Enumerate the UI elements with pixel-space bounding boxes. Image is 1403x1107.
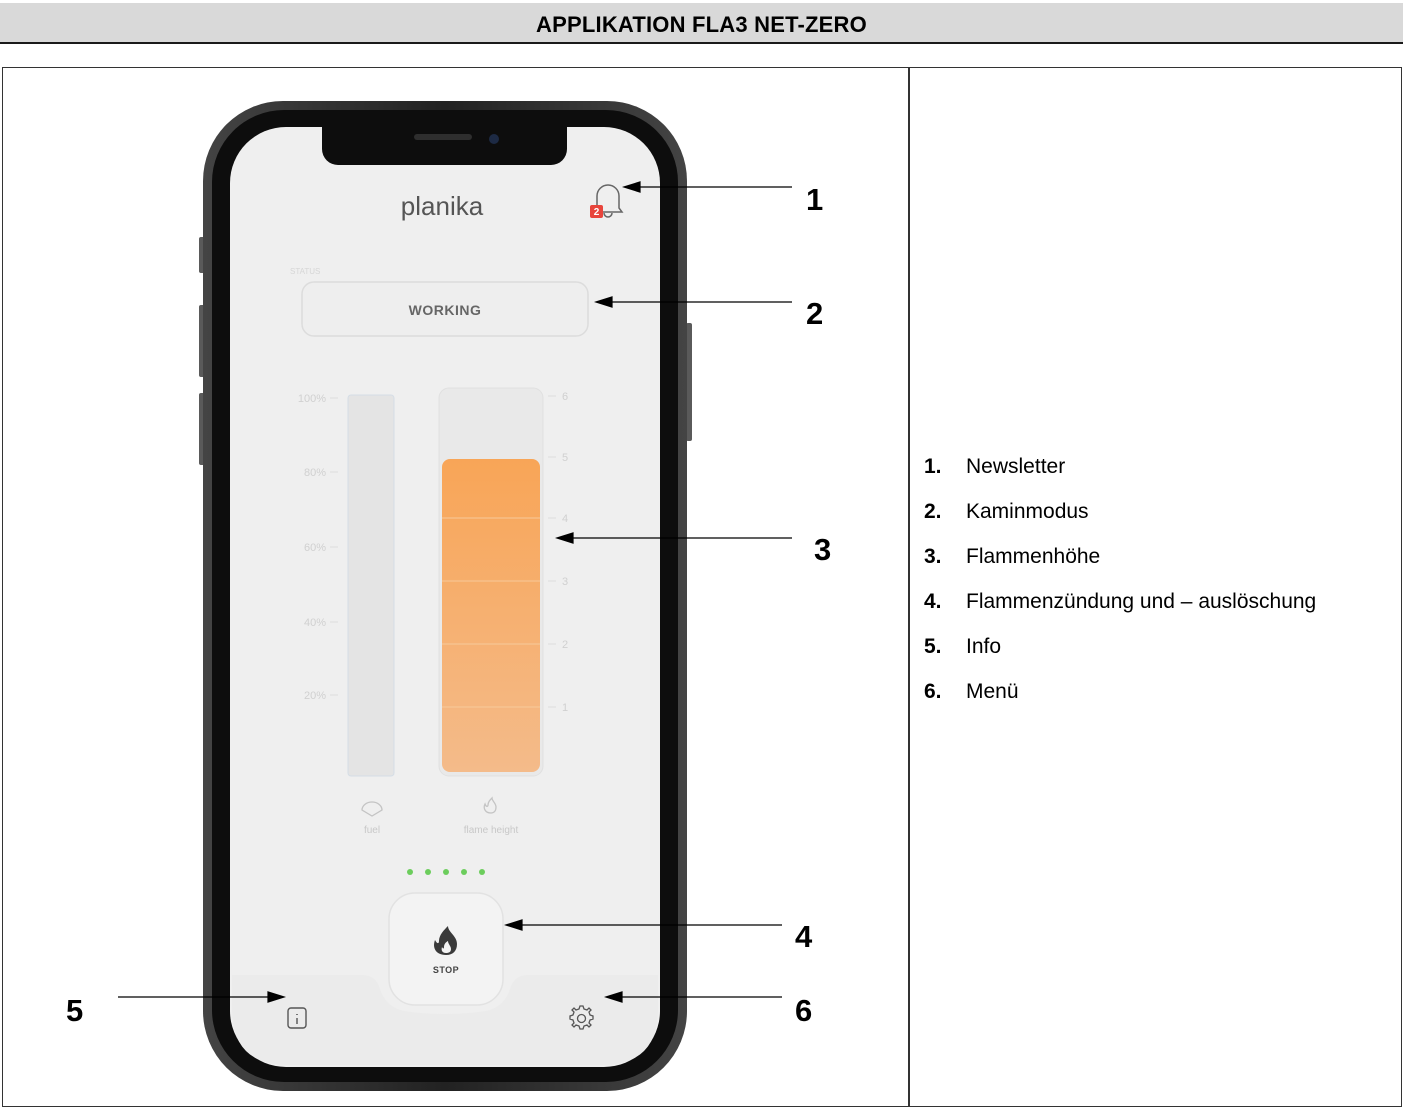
- legend-item: 6. Menü: [924, 680, 1316, 725]
- flame-tick: 4: [562, 513, 568, 525]
- callout-number-3: 3: [814, 532, 832, 567]
- legend-text: Flammenzündung und – auslöschung: [966, 590, 1317, 613]
- legend-number: 3.: [924, 545, 942, 568]
- fuel-tick: 100%: [298, 393, 326, 405]
- status-value: WORKING: [409, 302, 482, 318]
- flame-tick: 3: [562, 576, 568, 588]
- legend-item: 4. Flammenzündung und – auslöschung: [924, 590, 1316, 635]
- legend-number: 2.: [924, 500, 942, 523]
- stop-label: STOP: [433, 965, 459, 975]
- fuel-tick: 80%: [304, 467, 326, 479]
- callout-number-2: 2: [806, 296, 824, 331]
- fuel-bar: [347, 394, 395, 777]
- callout-number-5: 5: [66, 993, 84, 1028]
- legend-item: 5. Info: [924, 635, 1316, 680]
- speaker-grille: [414, 134, 472, 140]
- indicator-dot: [407, 869, 413, 875]
- fuel-tick: 60%: [304, 542, 326, 554]
- legend-item: 2. Kaminmodus: [924, 500, 1316, 545]
- legend-text: Info: [966, 635, 1002, 658]
- legend-item: 3. Flammenhöhe: [924, 545, 1316, 590]
- flame-tick: 1: [562, 702, 568, 714]
- fuel-label: fuel: [364, 825, 380, 836]
- indicator-dot: [425, 869, 431, 875]
- indicator-dot: [479, 869, 485, 875]
- status-label: STATUS: [290, 267, 320, 276]
- legend-number: 6.: [924, 680, 942, 703]
- legend-item: 1. Newsletter: [924, 455, 1316, 500]
- indicator-dot: [443, 869, 449, 875]
- notification-count: 2: [594, 207, 600, 218]
- fuel-tick: 40%: [304, 617, 326, 629]
- fuel-tick: 20%: [304, 690, 326, 702]
- legend-number: 5.: [924, 635, 942, 658]
- callout-number-6: 6: [795, 993, 813, 1028]
- indicator-dot: [461, 869, 467, 875]
- callout-number-4: 4: [795, 919, 813, 954]
- legend-text: Kaminmodus: [966, 500, 1089, 523]
- front-camera: [489, 134, 499, 144]
- legend-number: 1.: [924, 455, 942, 478]
- phone-notch: [322, 127, 567, 165]
- flame-height-label: flame height: [464, 825, 519, 836]
- legend-list: 1. Newsletter 2. Kaminmodus 3. Flammenhö…: [924, 455, 1316, 725]
- legend-text: Newsletter: [966, 455, 1066, 478]
- app-logo: planika: [401, 191, 484, 221]
- legend-number: 4.: [924, 590, 942, 613]
- flame-bar-fill: [442, 459, 540, 772]
- callout-number-1: 1: [806, 182, 824, 217]
- legend-text: Flammenhöhe: [966, 545, 1101, 568]
- flame-tick: 6: [562, 391, 568, 403]
- legend-text: Menü: [966, 680, 1019, 703]
- flame-tick: 5: [562, 452, 568, 464]
- flame-tick: 2: [562, 639, 568, 651]
